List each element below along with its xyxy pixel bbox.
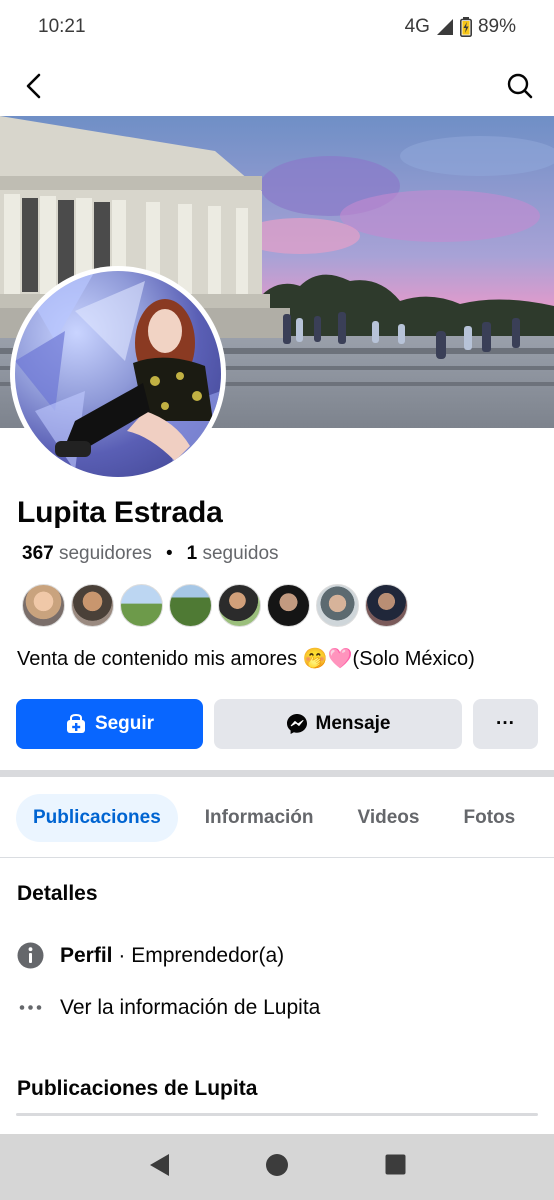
nav-back-button[interactable]: [148, 1153, 170, 1182]
profile-avatar[interactable]: [10, 266, 226, 482]
back-button[interactable]: [16, 68, 52, 104]
details-title: Detalles: [17, 882, 98, 905]
tab-informacion[interactable]: Información: [188, 794, 331, 842]
follower-avatar[interactable]: [22, 584, 65, 627]
following-link[interactable]: 1 seguidos: [187, 543, 279, 565]
triangle-back-icon: [149, 1153, 169, 1176]
follow-button[interactable]: Seguir: [16, 699, 203, 749]
profile-tabs: Publicaciones Información Videos Fotos: [16, 793, 542, 843]
more-dots-icon: [19, 1005, 42, 1010]
tab-videos[interactable]: Videos: [341, 794, 437, 842]
follower-avatar[interactable]: [365, 584, 408, 627]
following-count: 1: [186, 543, 198, 564]
status-bar: 10:21 4G 89%: [0, 0, 554, 56]
search-button[interactable]: [502, 68, 538, 104]
more-icon: ···: [496, 713, 515, 734]
message-label: Mensaje: [315, 713, 391, 734]
network-label: 4G: [404, 16, 430, 37]
profile-bio: Venta de contenido mis amores 🤭🩷(Solo Mé…: [17, 648, 475, 670]
back-arrow-icon: [26, 73, 41, 99]
followers-count: 367: [22, 543, 54, 564]
tab-publicaciones[interactable]: Publicaciones: [16, 794, 178, 842]
follower-avatar[interactable]: [120, 584, 163, 627]
tab-fotos[interactable]: Fotos: [446, 794, 532, 842]
follow-icon: [66, 714, 85, 733]
detail-profile-row: Perfil · Emprendedor(a): [17, 942, 284, 969]
follower-avatar[interactable]: [316, 584, 359, 627]
see-about-link[interactable]: Ver la información de Lupita: [17, 994, 320, 1021]
profile-stats: 367 seguidores • 1 seguidos: [22, 543, 279, 565]
stats-separator: •: [165, 543, 173, 564]
detail-separator: ·: [118, 943, 126, 967]
search-icon: [507, 73, 533, 99]
square-recents-icon: [385, 1154, 406, 1175]
posts-divider: [16, 1113, 538, 1116]
section-divider: [0, 770, 554, 777]
message-button[interactable]: Mensaje: [214, 699, 462, 749]
follower-avatar[interactable]: [218, 584, 261, 627]
follower-avatar[interactable]: [71, 584, 114, 627]
profile-actions: Seguir Mensaje ···: [16, 699, 538, 749]
battery-icon: [459, 17, 472, 37]
follow-label: Seguir: [94, 713, 155, 734]
app-bar: [0, 56, 554, 116]
detail-profile-value: Emprendedor(a): [131, 943, 285, 967]
follower-avatars: [22, 584, 408, 627]
followers-link[interactable]: 367 seguidores: [22, 543, 152, 565]
status-time: 10:21: [38, 16, 86, 37]
signal-icon: [436, 18, 454, 36]
system-nav-bar: [0, 1134, 554, 1200]
nav-recents-button[interactable]: [385, 1154, 406, 1180]
battery-label: 89%: [477, 16, 516, 37]
more-options-button[interactable]: ···: [473, 699, 538, 749]
messenger-icon: [286, 714, 307, 734]
circle-home-icon: [266, 1153, 289, 1176]
detail-profile-label: Perfil: [60, 943, 113, 967]
profile-name: Lupita Estrada: [17, 496, 223, 529]
nav-home-button[interactable]: [265, 1153, 289, 1182]
follower-avatar[interactable]: [169, 584, 212, 627]
tabs-divider: [0, 857, 554, 858]
info-icon: [17, 942, 44, 969]
posts-title: Publicaciones de Lupita: [17, 1077, 258, 1100]
follower-avatar[interactable]: [267, 584, 310, 627]
see-about-label: Ver la información de Lupita: [60, 995, 321, 1019]
followers-label: seguidores: [58, 543, 152, 564]
status-indicators: 4G 89%: [405, 16, 516, 38]
avatar-image: [15, 271, 221, 477]
following-label: seguidos: [202, 543, 279, 564]
